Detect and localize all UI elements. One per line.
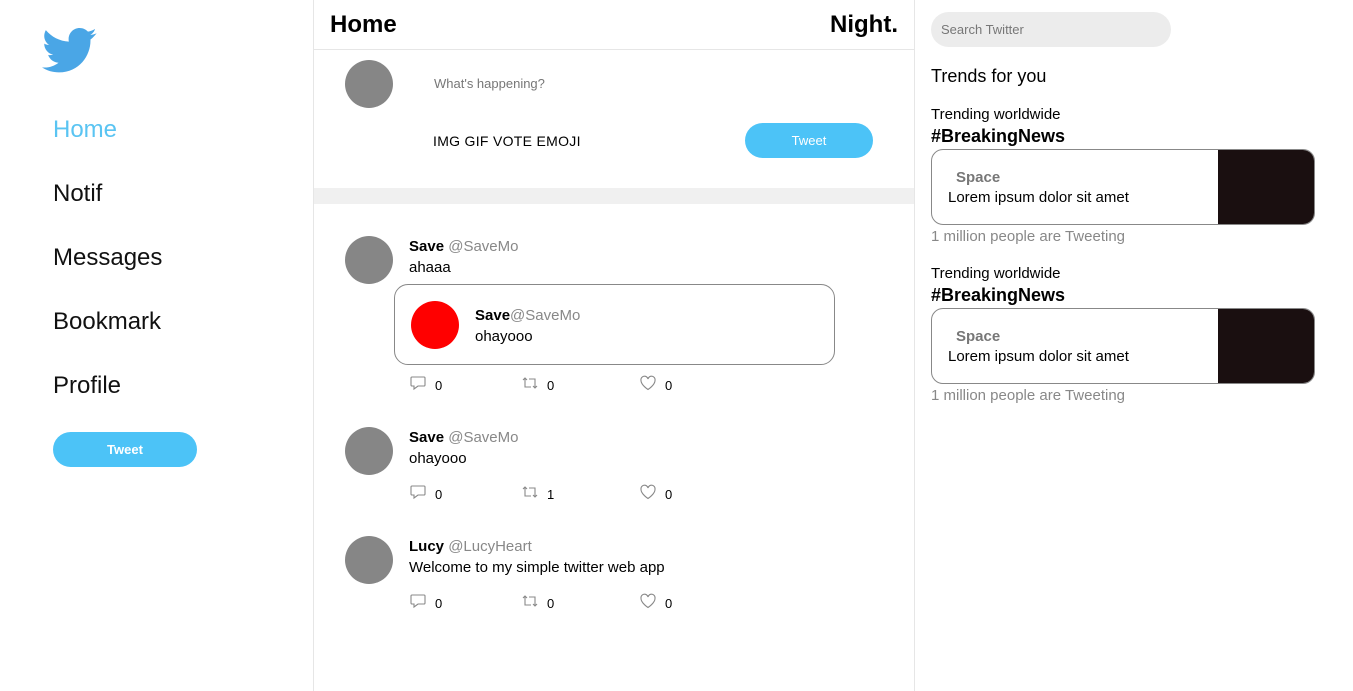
nav-bookmark[interactable]: Bookmark — [53, 308, 161, 336]
tweet-author: Save @SaveMo — [409, 429, 518, 446]
reply-button[interactable]: 0 — [409, 590, 442, 611]
nav-notif[interactable]: Notif — [53, 180, 102, 208]
trend-hashtag[interactable]: #BreakingNews — [931, 285, 1065, 306]
reply-count: 0 — [435, 487, 443, 502]
img-tool[interactable]: IMG — [433, 133, 460, 149]
left-sidebar: Home Notif Messages Bookmark Profile Twe… — [0, 0, 313, 691]
reply-button[interactable]: 0 — [409, 481, 442, 502]
trend-card[interactable]: Space Lorem ipsum dolor sit amet — [931, 308, 1315, 384]
gif-tool[interactable]: GIF — [465, 133, 489, 149]
trend-card-body: Lorem ipsum dolor sit amet — [948, 348, 1129, 365]
avatar[interactable] — [345, 536, 393, 584]
trend-hashtag[interactable]: #BreakingNews — [931, 126, 1065, 147]
reply-icon — [410, 593, 426, 608]
avatar[interactable] — [345, 427, 393, 475]
retweet-count: 1 — [547, 487, 555, 502]
tweet-text: ahaaa — [409, 259, 451, 276]
tweet-actions: 0 0 0 — [409, 590, 709, 612]
heart-icon — [640, 484, 656, 499]
right-sidebar: Trends for you Trending worldwide #Break… — [915, 0, 1353, 691]
night-mode-toggle[interactable]: Night. — [830, 11, 898, 39]
like-button[interactable]: 0 — [639, 481, 672, 502]
vote-tool[interactable]: VOTE — [493, 133, 532, 149]
like-count: 0 — [665, 378, 673, 393]
author-handle[interactable]: @SaveMo — [448, 238, 518, 255]
composer-tweet-button[interactable]: Tweet — [745, 123, 873, 158]
trend-label: Trending worldwide — [931, 106, 1061, 123]
trend-card-body: Lorem ipsum dolor sit amet — [948, 189, 1129, 206]
compose-tweet-input[interactable] — [434, 72, 734, 94]
nav-home[interactable]: Home — [53, 116, 117, 144]
like-count: 0 — [665, 596, 673, 611]
reply-button[interactable]: 0 — [409, 372, 442, 393]
reply-count: 0 — [435, 378, 443, 393]
quoted-author-name: Save — [475, 307, 511, 324]
author-name[interactable]: Lucy — [409, 538, 444, 555]
like-count: 0 — [665, 487, 673, 502]
heart-icon — [640, 375, 656, 390]
composer-avatar — [345, 60, 393, 108]
quoted-tweet[interactable]: Save@SaveMo ohayooo — [394, 284, 835, 365]
retweet-button[interactable]: 0 — [521, 590, 554, 611]
retweet-count: 0 — [547, 378, 555, 393]
tweet-text: ohayooo — [409, 450, 467, 467]
author-name[interactable]: Save — [409, 429, 444, 446]
timeline-header: Home Night. — [314, 0, 914, 50]
trends-title: Trends for you — [931, 66, 1047, 86]
author-name[interactable]: Save — [409, 238, 444, 255]
retweet-icon — [522, 485, 538, 498]
main-timeline: Home Night. IMG GIF VOTE EMOJI Tweet Sav… — [313, 0, 915, 691]
divider — [314, 188, 914, 204]
tweet-actions: 0 1 0 — [409, 481, 709, 503]
reply-count: 0 — [435, 596, 443, 611]
tweet-author: Lucy @LucyHeart — [409, 538, 532, 555]
retweet-icon — [522, 376, 538, 389]
trend-card-image — [1218, 150, 1314, 224]
trend-label: Trending worldwide — [931, 265, 1061, 282]
tweet-author: Save @SaveMo — [409, 238, 518, 255]
emoji-tool[interactable]: EMOJI — [537, 133, 581, 149]
page-title: Home — [330, 11, 397, 38]
reply-icon — [410, 484, 426, 499]
author-handle[interactable]: @SaveMo — [448, 429, 518, 446]
tweet-text: Welcome to my simple twitter web app — [409, 559, 665, 576]
trend-count: 1 million people are Tweeting — [931, 228, 1126, 245]
composer-tools: IMG GIF VOTE EMOJI — [433, 133, 581, 149]
retweet-count: 0 — [547, 596, 555, 611]
twitter-bird-icon[interactable] — [41, 28, 98, 74]
heart-icon — [640, 593, 656, 608]
quoted-author-handle: @SaveMo — [510, 307, 581, 324]
quoted-avatar — [411, 301, 459, 349]
retweet-button[interactable]: 1 — [521, 481, 554, 502]
nav-profile[interactable]: Profile — [53, 372, 121, 400]
trend-count: 1 million people are Tweeting — [931, 387, 1126, 404]
trend-card[interactable]: Space Lorem ipsum dolor sit amet — [931, 149, 1315, 225]
retweet-button[interactable]: 0 — [521, 372, 554, 393]
quoted-text: ohayooo — [475, 328, 533, 345]
author-handle[interactable]: @LucyHeart — [448, 538, 532, 555]
like-button[interactable]: 0 — [639, 372, 672, 393]
sidebar-tweet-button[interactable]: Tweet — [53, 432, 197, 467]
reply-icon — [410, 375, 426, 390]
trend-card-title: Space — [956, 328, 1001, 345]
search-input[interactable] — [931, 12, 1171, 47]
trend-card-image — [1218, 309, 1314, 383]
tweet-actions: 0 0 0 — [409, 372, 709, 394]
quoted-author: Save@SaveMo — [475, 307, 580, 324]
avatar[interactable] — [345, 236, 393, 284]
trend-card-title: Space — [956, 169, 1001, 186]
like-button[interactable]: 0 — [639, 590, 672, 611]
nav-messages[interactable]: Messages — [53, 244, 162, 272]
retweet-icon — [522, 594, 538, 607]
